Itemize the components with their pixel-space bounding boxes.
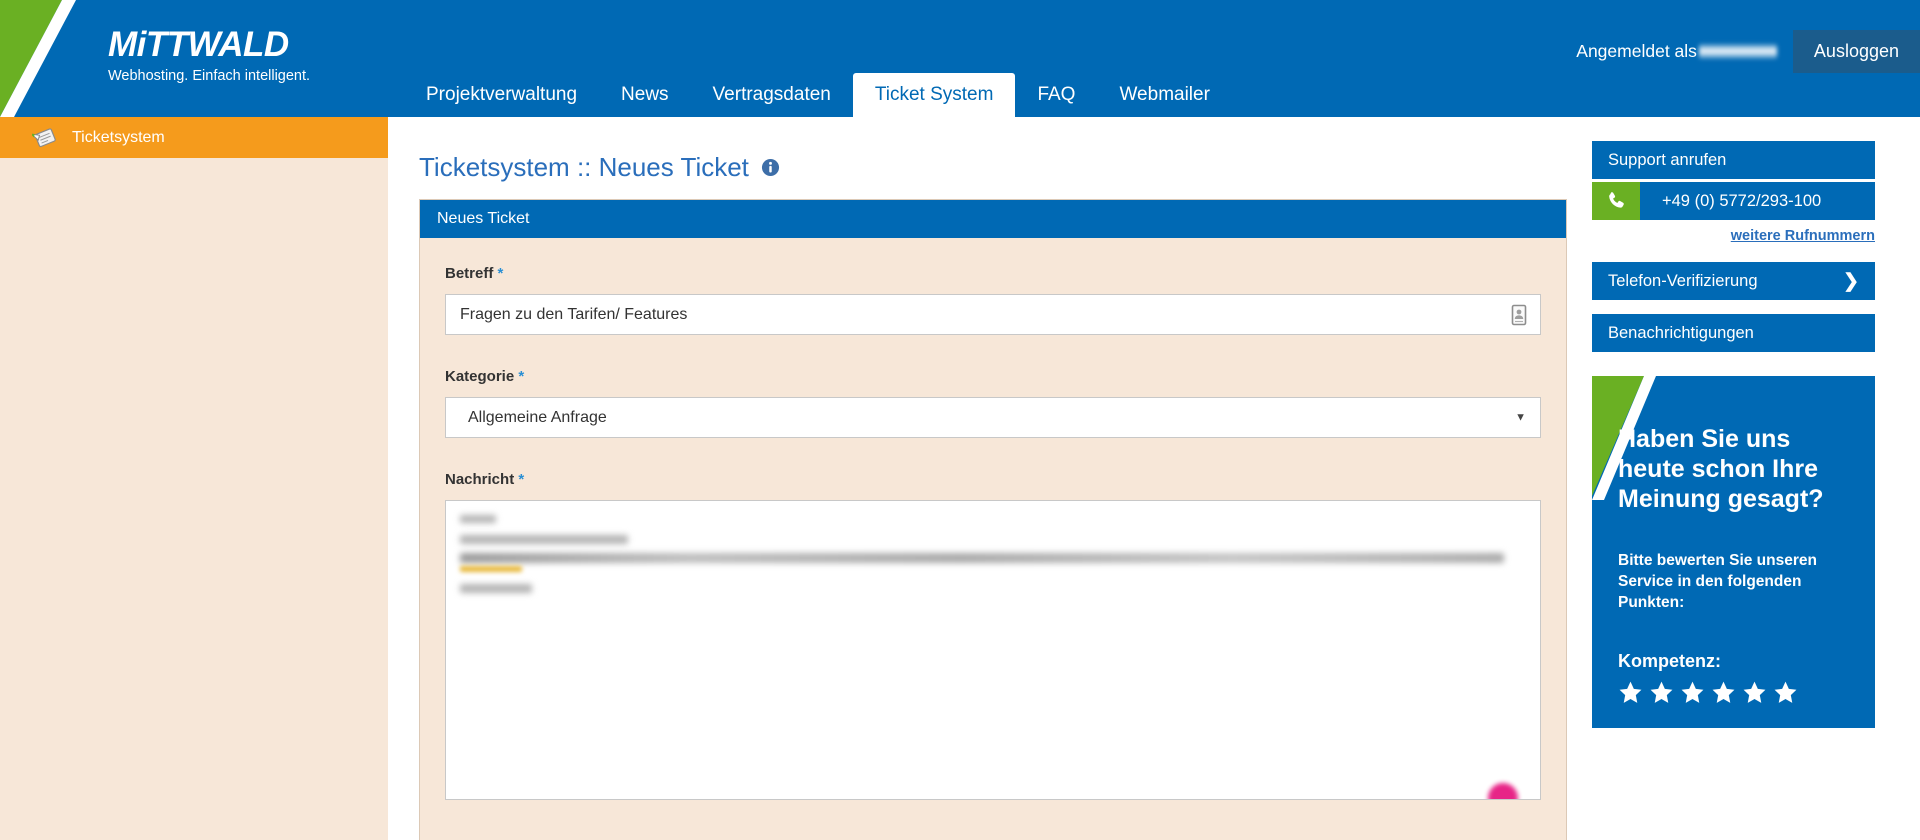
main-content: Ticketsystem :: Neues Ticket Neues Ticke… [388,117,1580,840]
brand-logo[interactable]: MiTTWALD Webhosting. Einfach intelligent… [108,26,338,90]
card-body: Betreff * Fragen zu den Tarifen/ Feature… [420,238,1566,800]
card-header-title: Neues Ticket [420,200,1566,238]
star-icon[interactable] [1773,680,1798,705]
page-root: MiTTWALD Webhosting. Einfach intelligent… [0,0,1920,840]
star-icon[interactable] [1711,680,1736,705]
survey-item-label: Kompetenz: [1618,651,1721,671]
betreff-label: Betreff * [445,265,1541,282]
support-call-title: Support anrufen [1592,141,1875,179]
nav-item-webmailer[interactable]: Webmailer [1097,73,1231,117]
star-icon[interactable] [1680,680,1705,705]
sidebar-item-ticketsystem[interactable]: Ticketsystem [0,117,388,158]
support-phone-number: +49 (0) 5772/293-100 [1662,191,1822,210]
chevron-down-icon: ▼ [1515,411,1526,423]
star-icon[interactable] [1742,680,1767,705]
nachricht-label: Nachricht * [445,471,1541,488]
survey-subtitle: Bitte bewerten Sie unseren Service in de… [1618,552,1817,611]
nav-item-projektverwaltung[interactable]: Projektverwaltung [404,73,599,117]
kategorie-required-mark: * [518,368,525,385]
nachricht-textarea[interactable] [445,500,1541,800]
kategorie-select[interactable]: Allgemeine Anfrage ▼ [445,397,1541,438]
sidebar-item-label: Ticketsystem [72,128,165,146]
site-header: MiTTWALD Webhosting. Einfach intelligent… [0,0,1920,117]
decorative-pink-badge [1488,783,1518,799]
survey-rating-items: Kompetenz: [1618,651,1849,705]
logged-in-username-redacted [1698,42,1777,60]
betreff-input[interactable]: Fragen zu den Tarifen/ Features [445,294,1541,335]
nav-item-news[interactable]: News [599,73,691,117]
survey-star-rating[interactable] [1618,680,1849,705]
notifications-label: Benachrichtigungen [1608,323,1754,342]
betreff-required-mark: * [497,265,504,282]
login-status-label: Angemeldet als [1576,40,1697,61]
page-title: Ticketsystem :: Neues Ticket [419,152,780,183]
address-book-icon[interactable] [1510,304,1528,325]
notifications-button[interactable]: Benachrichtigungen [1592,314,1875,352]
nachricht-required-mark: * [518,471,525,488]
logo-tagline: Webhosting. Einfach intelligent. [108,68,311,84]
survey-title: Haben Sie uns heute schon Ihre Meinung g… [1618,425,1824,513]
star-icon[interactable] [1618,680,1643,705]
phone-icon [1592,182,1640,220]
nachricht-redacted-content [460,515,1504,602]
left-sidebar-panel [0,158,388,840]
nav-item-vertragsdaten[interactable]: Vertragsdaten [691,73,853,117]
right-sidebar: Support anrufen +49 (0) 5772/293-100 wei… [1580,117,1920,840]
nav-item-ticket-system[interactable]: Ticket System [852,73,1016,117]
kategorie-selected-value: Allgemeine Anfrage [468,408,607,426]
login-status-area: Angemeldet als Ausloggen [1576,29,1920,73]
phone-verification-label: Telefon-Verifizierung [1608,271,1758,290]
phone-verification-button[interactable]: Telefon-Verifizierung ❯ [1592,262,1875,300]
more-phone-numbers-link[interactable]: weitere Rufnummern [1592,228,1875,244]
support-phone-row[interactable]: +49 (0) 5772/293-100 [1592,182,1875,220]
new-ticket-card: Neues Ticket Betreff * Fragen zu den Tar… [419,199,1567,840]
chevron-right-icon: ❯ [1843,270,1859,292]
page-title-text: Ticketsystem :: Neues Ticket [419,152,749,182]
star-icon[interactable] [1649,680,1674,705]
main-navigation: Projektverwaltung News Vertragsdaten Ticket… [404,73,1232,117]
betreff-label-text: Betreff [445,265,494,282]
survey-widget: Haben Sie uns heute schon Ihre Meinung g… [1592,376,1875,728]
nav-item-faq[interactable]: FAQ [1015,73,1097,117]
kategorie-label-text: Kategorie [445,368,515,385]
info-circle-icon[interactable] [761,158,780,177]
ticket-tag-icon [32,127,56,147]
kategorie-label: Kategorie * [445,368,1541,385]
nachricht-label-text: Nachricht [445,471,515,488]
betreff-input-value: Fragen zu den Tarifen/ Features [460,305,688,323]
logout-button[interactable]: Ausloggen [1792,29,1920,73]
logo-wordmark: MiTTWALD [108,25,289,64]
